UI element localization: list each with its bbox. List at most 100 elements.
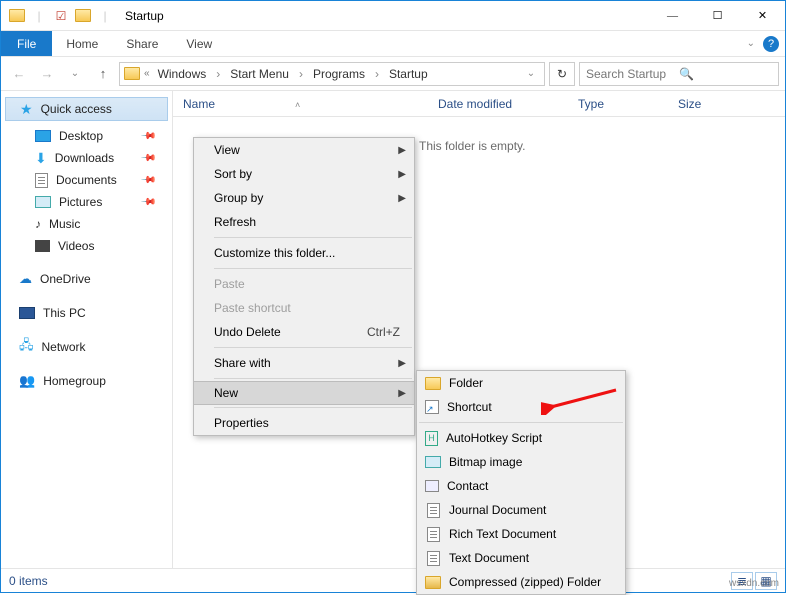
column-date[interactable]: Date modified [428, 97, 568, 111]
txt-icon [425, 550, 441, 566]
close-button[interactable]: ✕ [740, 1, 785, 30]
item-count: 0 items [9, 574, 48, 588]
chevron-right-icon: ▶ [398, 388, 406, 399]
context-menu: View▶ Sort by▶ Group by▶ Refresh Customi… [193, 137, 415, 436]
sidebar-item-pictures[interactable]: Pictures📌 [1, 191, 172, 213]
address-bar[interactable]: « Windows › Start Menu › Programs › Star… [119, 62, 545, 86]
column-type[interactable]: Type [568, 97, 668, 111]
column-headers: Name˄ Date modified Type Size [173, 91, 785, 117]
help-icon[interactable]: ? [763, 36, 779, 52]
up-button[interactable]: ↑ [91, 62, 115, 86]
pin-icon: 📌 [139, 128, 156, 145]
new-folder[interactable]: Folder [417, 371, 625, 395]
ctx-properties[interactable]: Properties [194, 411, 414, 435]
sidebar-label: Quick access [41, 102, 112, 116]
crumb[interactable]: Programs [309, 67, 369, 81]
sidebar-item-network[interactable]: 🖧Network [1, 335, 172, 359]
sidebar-label: Music [49, 217, 80, 231]
crumb[interactable]: Windows [154, 67, 211, 81]
ctx-view[interactable]: View▶ [194, 138, 414, 162]
crumb[interactable]: Start Menu [226, 67, 293, 81]
sidebar-label: OneDrive [40, 272, 91, 286]
back-button[interactable]: ← [7, 62, 31, 86]
separator [214, 268, 412, 269]
ahk-icon: H [425, 431, 438, 446]
new-rtf[interactable]: Rich Text Document [417, 522, 625, 546]
new-ahk[interactable]: HAutoHotkey Script [417, 426, 625, 450]
tab-share[interactable]: Share [112, 31, 172, 56]
network-icon: 🖧 [19, 336, 34, 358]
sidebar-item-onedrive[interactable]: ☁OneDrive [1, 267, 172, 291]
pc-icon [19, 307, 35, 319]
crumb[interactable]: Startup [385, 67, 432, 81]
homegroup-icon: 👥 [19, 373, 35, 389]
desktop-icon [35, 130, 51, 142]
video-icon [35, 240, 50, 252]
new-zip[interactable]: Compressed (zipped) Folder [417, 570, 625, 594]
download-icon: ⬇ [35, 150, 47, 167]
rtf-icon [425, 526, 441, 542]
document-icon [35, 173, 48, 188]
tab-view[interactable]: View [172, 31, 226, 56]
window-controls: — ☐ ✕ [650, 1, 785, 30]
sidebar-label: Homegroup [43, 374, 106, 388]
music-icon: ♪ [35, 217, 41, 231]
qat-properties-icon[interactable]: ☑ [51, 6, 71, 26]
sidebar-item-desktop[interactable]: Desktop📌 [1, 125, 172, 147]
refresh-button[interactable]: ↻ [549, 62, 575, 86]
chevron-right-icon: ▶ [398, 169, 406, 180]
file-tab[interactable]: File [1, 31, 52, 56]
sidebar-item-thispc[interactable]: This PC [1, 301, 172, 325]
sidebar-quick-access[interactable]: ★ Quick access [5, 97, 168, 121]
chevron-right-icon: ▶ [398, 358, 406, 369]
ctx-new[interactable]: New▶ [193, 381, 415, 405]
search-input[interactable]: Search Startup 🔍 [579, 62, 779, 86]
new-contact[interactable]: Contact [417, 474, 625, 498]
maximize-button[interactable]: ☐ [695, 1, 740, 30]
sidebar-item-music[interactable]: ♪ Music [1, 213, 172, 235]
sort-indicator-icon: ˄ [295, 100, 300, 110]
chevron-right-icon: › [297, 67, 305, 81]
sidebar-item-videos[interactable]: Videos [1, 235, 172, 257]
ctx-undo-delete[interactable]: Undo DeleteCtrl+Z [194, 320, 414, 344]
ctx-refresh[interactable]: Refresh [194, 210, 414, 234]
chevron-right-icon: ▶ [398, 145, 406, 156]
new-journal[interactable]: Journal Document [417, 498, 625, 522]
separator [419, 422, 623, 423]
shortcut-label: Ctrl+Z [367, 325, 400, 339]
separator [214, 237, 412, 238]
new-txt[interactable]: Text Document [417, 546, 625, 570]
new-bitmap[interactable]: Bitmap image [417, 450, 625, 474]
recent-locations-icon[interactable]: ⌄ [63, 62, 87, 86]
address-row: ← → ⌄ ↑ « Windows › Start Menu › Program… [1, 57, 785, 91]
column-name[interactable]: Name˄ [173, 97, 428, 111]
sidebar-item-homegroup[interactable]: 👥 Homegroup [1, 369, 172, 393]
folder-icon[interactable] [7, 6, 27, 26]
pin-icon: 📌 [139, 172, 156, 189]
new-shortcut[interactable]: ↗Shortcut [417, 395, 625, 419]
sidebar-label: Documents [56, 173, 117, 187]
sidebar-label: This PC [43, 306, 86, 320]
ctx-paste-shortcut: Paste shortcut [194, 296, 414, 320]
ctx-share[interactable]: Share with▶ [194, 351, 414, 375]
ctx-sortby[interactable]: Sort by▶ [194, 162, 414, 186]
minimize-button[interactable]: — [650, 1, 695, 30]
ribbon-collapse-icon[interactable]: ⌄ [747, 38, 755, 49]
qat-newfolder-icon[interactable] [73, 6, 93, 26]
sidebar-item-downloads[interactable]: ⬇Downloads📌 [1, 147, 172, 169]
history-chevron-icon[interactable]: « [144, 68, 150, 79]
titlebar: | ☑ | Startup — ☐ ✕ [1, 1, 785, 31]
separator [214, 407, 412, 408]
shortcut-icon: ↗ [425, 400, 439, 414]
forward-button[interactable]: → [35, 62, 59, 86]
column-size[interactable]: Size [668, 97, 785, 111]
sidebar-item-documents[interactable]: Documents 📌 [1, 169, 172, 191]
ctx-groupby[interactable]: Group by▶ [194, 186, 414, 210]
zip-icon [425, 574, 441, 590]
ctx-customize[interactable]: Customize this folder... [194, 241, 414, 265]
addr-dropdown-icon[interactable]: ⌄ [522, 68, 540, 79]
new-submenu: Folder ↗Shortcut HAutoHotkey Script Bitm… [416, 370, 626, 595]
tab-home[interactable]: Home [52, 31, 112, 56]
journal-icon [425, 502, 441, 518]
window-title: Startup [115, 9, 650, 23]
